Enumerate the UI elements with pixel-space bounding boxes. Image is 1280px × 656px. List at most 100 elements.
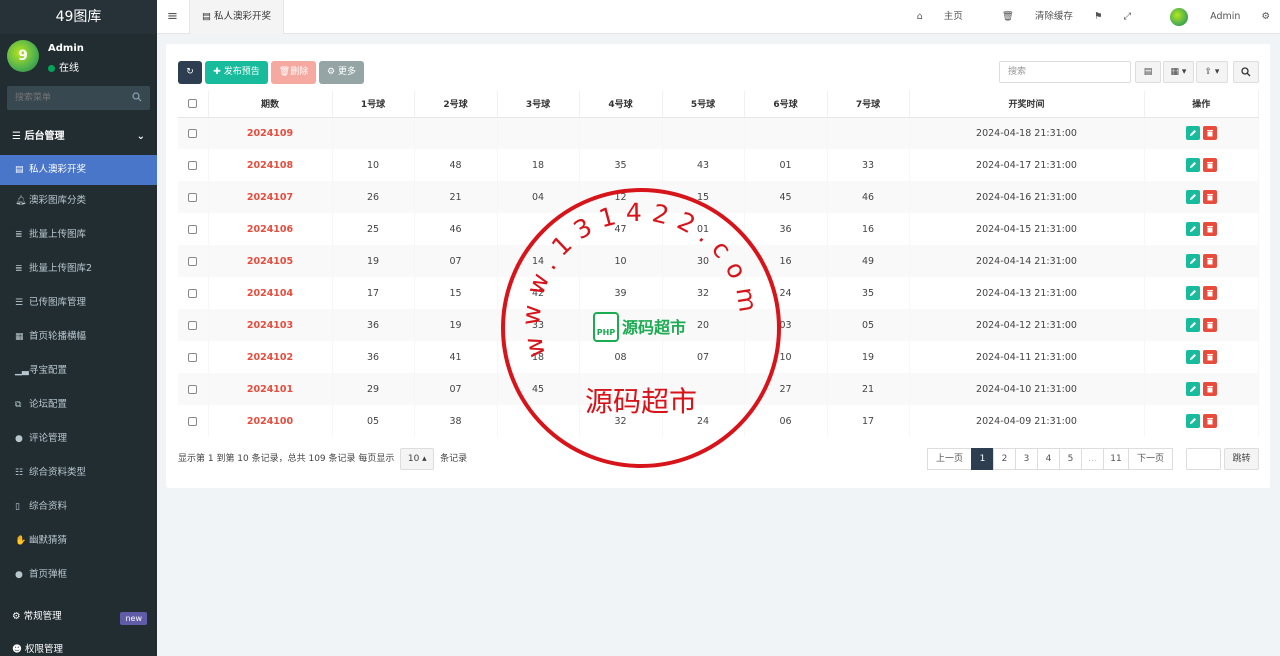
edit-button[interactable] [1185,382,1200,396]
edit-button[interactable] [1185,254,1200,268]
col-header-ball-4[interactable]: 4号球 [579,91,663,118]
page-size-select[interactable]: 10 ▴ [400,448,435,470]
sidebar-search-input[interactable] [7,86,127,110]
sidebar-item-batch-upload-2[interactable]: ≣ 批量上传图库2 [0,253,157,287]
delete-row-button[interactable] [1202,350,1217,364]
table-row[interactable]: 2024109 2024-04-18 21:31:00 [178,117,1259,149]
row-checkbox[interactable] [188,416,198,426]
delete-row-button[interactable] [1202,382,1217,396]
delete-row-button[interactable] [1202,158,1217,172]
edit-button[interactable] [1185,414,1200,428]
sidebar-search[interactable] [7,86,150,110]
edit-button[interactable] [1185,158,1200,172]
row-checkbox[interactable] [188,384,198,394]
export-button[interactable]: ⇪ ▾ [1196,61,1228,83]
table-row[interactable]: 2024106 25 46 47 01 36 16 2024-04-15 21:31:00 [178,213,1259,245]
admin-menu[interactable]: Admin [1152,7,1240,26]
sidebar-item-batch-upload[interactable]: ≣ 批量上传图库 [0,219,157,253]
refresh-button[interactable]: ↻ [178,61,202,84]
delete-row-button[interactable] [1202,190,1217,204]
delete-row-button[interactable] [1202,286,1217,300]
edit-button[interactable] [1185,222,1200,236]
col-header-ball-3[interactable]: 3号球 [497,91,580,118]
add-forecast-button[interactable]: ✚ 发布预告 [205,61,268,84]
row-checkbox[interactable] [188,224,198,234]
col-header-ball-5[interactable]: 5号球 [662,91,745,118]
table-row[interactable]: 2024102 36 41 18 08 07 10 19 2024-04-11 21:31:00 [178,341,1259,373]
sidebar-item-humor-guess[interactable]: ✋ 幽默猜猜 [0,525,157,559]
sidebar-item-info[interactable]: ▯ 综合资料 [0,491,157,525]
delete-row-button[interactable] [1202,126,1217,141]
jump-button[interactable]: 跳转 [1224,448,1259,470]
more-button[interactable]: ⚙ 更多 [319,61,364,84]
columns-button[interactable]: ▦ ▾ [1163,61,1194,83]
edit-button[interactable] [1185,318,1200,332]
delete-row-button[interactable] [1202,222,1217,236]
delete-button[interactable]: 🗑︎删除 [271,61,316,84]
prev-page-button[interactable]: 上一页 [927,448,972,470]
page-button[interactable]: 11 [1103,448,1129,470]
fullscreen-icon[interactable]: ⤢ [1124,11,1132,22]
table-row[interactable]: 2024108 10 48 18 35 43 01 33 2024-04-17 21:31:00 [178,149,1259,181]
col-header-ball-2[interactable]: 2号球 [414,91,498,118]
table-row[interactable]: 2024100 05 38 32 24 06 17 2024-04-09 21:31:00 [178,405,1259,437]
page-button[interactable]: 4 [1037,448,1060,470]
page-button[interactable]: 2 [993,448,1016,470]
sidebar-item-treasure-config[interactable]: ▁▃寻宝配置 [0,355,157,389]
row-checkbox[interactable] [188,288,198,298]
table-search-input[interactable]: 搜索 [999,61,1131,83]
select-all-checkbox[interactable] [188,98,198,108]
sidebar-item-permission-management[interactable]: ☻ 权限管理 [0,640,157,656]
col-header-ball-6[interactable]: 6号球 [744,91,828,118]
edit-button[interactable] [1185,286,1200,300]
next-page-button[interactable]: 下一页 [1128,448,1173,470]
tab-private-lottery[interactable]: ▤ 私人澳彩开奖 [189,0,285,34]
edit-button[interactable] [1185,190,1200,204]
col-header-draw-time[interactable]: 开奖时间 [909,91,1145,118]
delete-row-button[interactable] [1202,318,1217,332]
sidebar-item-info-type[interactable]: ☷ 综合资料类型 [0,457,157,491]
settings-gear-icon[interactable]: ⚙ [1261,11,1270,22]
row-checkbox[interactable] [188,320,198,330]
ball-7-cell: 33 [827,149,910,181]
row-checkbox[interactable] [188,192,198,202]
search-icon[interactable] [132,92,142,102]
sidebar-item-gallery-category[interactable]: 🔔︎ 澳彩图库分类 [0,185,157,219]
sidebar-item-comment-management[interactable]: ● 评论管理 [0,423,157,457]
sidebar-item-general-settings[interactable]: ⚙ 常规管理 new [0,604,157,630]
menu-toggle-icon[interactable]: ≡ [167,10,178,23]
home-link[interactable]: ⌂ 主页 [899,11,963,22]
ball-1-cell: 05 [332,405,415,437]
col-header-ball-1[interactable]: 1号球 [332,91,415,118]
advanced-search-button[interactable] [1233,61,1259,83]
sidebar-item-home-banner[interactable]: ▦ 首页轮播横幅 [0,321,157,355]
table-row[interactable]: 2024103 36 19 33 20 03 05 2024-04-12 21:31:00 [178,309,1259,341]
col-header-period[interactable]: 期数 [208,91,333,118]
app-logo-title[interactable]: 49图库 [0,0,157,34]
col-header-ball-7[interactable]: 7号球 [827,91,910,118]
edit-button[interactable] [1185,350,1200,364]
delete-row-button[interactable] [1202,254,1217,268]
row-checkbox[interactable] [188,352,198,362]
table-row[interactable]: 2024101 29 07 45 27 21 2024-04-10 21:31:00 [178,373,1259,405]
toggle-view-button[interactable]: ▤ [1135,61,1161,83]
edit-button[interactable] [1185,126,1200,141]
jump-page-input[interactable] [1186,448,1221,470]
page-button[interactable]: 1 [971,448,994,470]
delete-row-button[interactable] [1202,414,1217,428]
sidebar-item-uploaded-gallery[interactable]: ☰ 已传图库管理 [0,287,157,321]
table-row[interactable]: 2024104 17 15 42 39 32 24 35 2024-04-13 21:31:00 [178,277,1259,309]
page-button[interactable]: 3 [1015,448,1038,470]
clear-cache-link[interactable]: 🗑︎ 清除缓存 [984,11,1073,22]
sidebar-item-private-lottery[interactable]: ▤ 私人澳彩开奖 [0,155,157,185]
sidebar-section-header[interactable]: ☰ 后台管理 ⌄ [0,124,157,150]
table-row[interactable]: 2024105 19 07 14 10 30 16 49 2024-04-14 21:31:00 [178,245,1259,277]
sidebar-item-forum-config[interactable]: ⧉ 论坛配置 [0,389,157,423]
row-checkbox[interactable] [188,160,198,170]
row-checkbox[interactable] [188,256,198,266]
page-button[interactable]: 5 [1059,448,1082,470]
table-row[interactable]: 2024107 26 21 04 12 15 45 46 2024-04-16 21:31:00 [178,181,1259,213]
language-icon[interactable]: ⚑ [1094,11,1103,22]
row-checkbox[interactable] [188,128,198,138]
sidebar-item-home-popup[interactable]: ● 首页弹框 [0,559,157,593]
